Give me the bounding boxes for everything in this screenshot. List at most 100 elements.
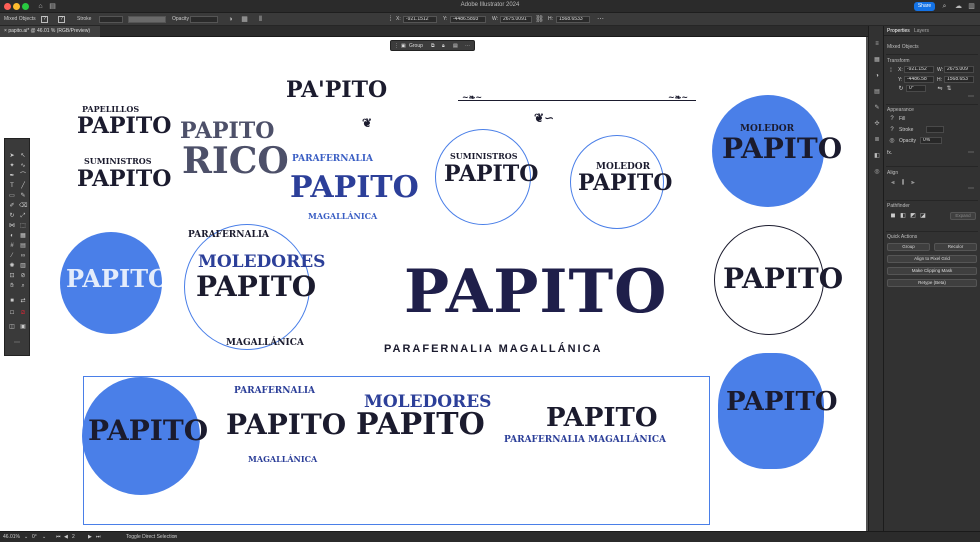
- slice-tool-icon[interactable]: ⊘: [19, 272, 27, 280]
- tab-layers[interactable]: Layers: [914, 28, 929, 35]
- stroke-weight-field[interactable]: [926, 126, 944, 133]
- rotation-dropdown-icon[interactable]: ⌄: [42, 534, 46, 541]
- align-pixel-grid-button[interactable]: Align to Pixel Grid: [887, 255, 977, 263]
- panel-rotate-field[interactable]: 0°: [906, 85, 926, 92]
- exclude-icon[interactable]: ◪: [920, 213, 926, 219]
- free-transform-tool-icon[interactable]: ⬚: [19, 222, 27, 230]
- screen-mode-icon[interactable]: ▣: [19, 323, 27, 331]
- swap-colors-icon[interactable]: ⇄: [19, 297, 27, 305]
- bottom-banner-tagline[interactable]: PARAFERNALIA MAGALLÁNICA: [504, 436, 666, 445]
- document-tab[interactable]: × papito.ai* @ 46.01 % (RGB/Preview): [0, 26, 100, 37]
- papito-wordmark-1[interactable]: PAPITO: [77, 115, 171, 137]
- artboard[interactable]: ⋮ ▣ Group ⧉ 🔒︎ ▤ ⋯ PAPELILLOS PAPITO SUM…: [0, 37, 866, 531]
- main-tagline[interactable]: PARAFERNALIA MAGALLÁNICA: [384, 344, 602, 355]
- shape-builder-tool-icon[interactable]: ◐: [8, 232, 16, 240]
- ctx-more-icon[interactable]: ⋯: [465, 42, 470, 51]
- arrange-icon[interactable]: ▤: [453, 42, 458, 51]
- direct-selection-tool-icon[interactable]: ↖: [19, 152, 27, 160]
- gradient-tool-icon[interactable]: ▤: [19, 242, 27, 250]
- rotation-value[interactable]: 0°: [32, 534, 37, 541]
- symbols-strip-icon[interactable]: ✣: [873, 120, 881, 128]
- shaper-tool-icon[interactable]: ✐: [8, 202, 16, 210]
- curvature-tool-icon[interactable]: ⌒: [19, 172, 27, 180]
- swatches-strip-icon[interactable]: ▤: [873, 88, 881, 96]
- stroke-color-icon[interactable]: □: [8, 309, 16, 317]
- selection-tool-icon[interactable]: ➤: [8, 152, 16, 160]
- papito-rico-bottom[interactable]: RICO: [182, 143, 289, 179]
- zoom-tool-icon[interactable]: ⌕: [19, 282, 27, 290]
- eyedropper-tool-icon[interactable]: ⁄: [8, 252, 16, 260]
- previous-artboard-icon[interactable]: ◀: [64, 534, 68, 541]
- opacity-field[interactable]: [190, 16, 218, 23]
- align-left-icon[interactable]: ⫷: [890, 180, 896, 186]
- width-tool-icon[interactable]: ⋈: [8, 222, 16, 230]
- symbol-sprayer-tool-icon[interactable]: ✺: [8, 262, 16, 270]
- flip-horizontal-icon[interactable]: ⇋: [937, 86, 943, 92]
- transform-more-icon[interactable]: ⋯: [968, 94, 974, 100]
- none-color-icon[interactable]: ⧄: [19, 309, 27, 317]
- zoom-level[interactable]: 46.01%: [3, 534, 20, 541]
- column-graph-tool-icon[interactable]: ▥: [19, 262, 27, 270]
- recolor-button[interactable]: Recolor: [934, 243, 977, 251]
- blend-tool-icon[interactable]: ∞: [19, 252, 27, 260]
- papito-apostrophe-wordmark[interactable]: PA'PITO: [286, 79, 387, 101]
- papito-rico-top[interactable]: PAPITO: [180, 120, 274, 142]
- scale-tool-icon[interactable]: ⤢: [19, 212, 27, 220]
- constrain-proportions-icon[interactable]: ⛓: [535, 15, 544, 24]
- tab-properties[interactable]: Properties: [887, 28, 910, 35]
- w-field[interactable]: 2675.0091: [500, 16, 532, 23]
- papito-main-wordmark[interactable]: PAPITO: [404, 262, 667, 322]
- cloud-icon[interactable]: ☁: [954, 2, 963, 11]
- align-icon[interactable]: ⫴: [256, 15, 265, 24]
- artboard-number[interactable]: 2: [72, 534, 75, 541]
- magic-wand-tool-icon[interactable]: ✦: [8, 162, 16, 170]
- minus-front-icon[interactable]: ◧: [900, 213, 906, 219]
- first-artboard-icon[interactable]: ⏮: [56, 534, 61, 541]
- unite-icon[interactable]: ◼: [890, 213, 896, 219]
- color-strip-icon[interactable]: ◑: [873, 72, 881, 80]
- intersect-icon[interactable]: ◩: [910, 213, 916, 219]
- rectangle-tool-icon[interactable]: ▭: [8, 192, 16, 200]
- paintbrush-tool-icon[interactable]: ✎: [19, 192, 27, 200]
- stroke-strip-icon[interactable]: ≣: [873, 136, 881, 144]
- gradient-strip-icon[interactable]: ◧: [873, 152, 881, 160]
- transparency-strip-icon[interactable]: ◎: [873, 168, 881, 176]
- lasso-tool-icon[interactable]: ∿: [19, 162, 27, 170]
- more-options-icon[interactable]: ⋯: [596, 15, 605, 24]
- panel-h-field[interactable]: 1568.653: [944, 76, 974, 83]
- bottom-papito-circle[interactable]: PAPITO: [226, 411, 346, 439]
- fill-color-icon[interactable]: ■: [8, 297, 16, 305]
- type-tool-icon[interactable]: T: [8, 182, 16, 190]
- perspective-grid-tool-icon[interactable]: ▦: [19, 232, 27, 240]
- search-icon[interactable]: ⌕: [940, 2, 949, 11]
- align-right-icon[interactable]: ⫸: [910, 180, 916, 186]
- bottom-moledores-papito[interactable]: PAPITO: [356, 410, 485, 440]
- zoom-dropdown-icon[interactable]: ⌄: [24, 534, 28, 541]
- edit-toolbar-icon[interactable]: ⋯: [13, 339, 21, 347]
- libraries-strip-icon[interactable]: ▦: [873, 56, 881, 64]
- retype-button[interactable]: Retype (Beta): [887, 279, 977, 287]
- bottom-magallanica-arc[interactable]: MAGALLÁNICA: [248, 455, 317, 463]
- y-field[interactable]: -4486.5893: [450, 16, 486, 23]
- bottom-parafernalia-arc[interactable]: PARAFERNALIA: [234, 387, 315, 396]
- papelillos-wordmark[interactable]: PAPELILLOS: [82, 105, 139, 113]
- pen-tool-icon[interactable]: ✒: [8, 172, 16, 180]
- panel-x-field[interactable]: -921.152: [904, 66, 934, 73]
- line-tool-icon[interactable]: ╱: [19, 182, 27, 190]
- panels-icon[interactable]: ▥: [967, 2, 976, 11]
- papito-wordmark-2[interactable]: PAPITO: [77, 168, 171, 190]
- recolor-icon[interactable]: ◑: [226, 15, 235, 24]
- variable-width-profile[interactable]: [128, 16, 166, 23]
- fx-label[interactable]: fx.: [887, 150, 892, 156]
- stroke-weight-field[interactable]: [99, 16, 123, 23]
- draw-mode-icon[interactable]: ◫: [8, 323, 16, 331]
- ctx-group-button[interactable]: Group: [409, 42, 423, 51]
- style-icon[interactable]: ▦: [240, 15, 249, 24]
- bottom-banner-papito[interactable]: PAPITO: [546, 405, 658, 431]
- flourish-ornament[interactable]: ❦: [362, 117, 372, 129]
- artboard-tool-icon[interactable]: ⊡: [8, 272, 16, 280]
- suministros-wordmark[interactable]: SUMINISTROS: [84, 157, 152, 165]
- eraser-tool-icon[interactable]: ⌫: [19, 202, 27, 210]
- next-artboard-icon[interactable]: ▶: [88, 534, 92, 541]
- ornament-small[interactable]: ❦∽: [534, 112, 554, 124]
